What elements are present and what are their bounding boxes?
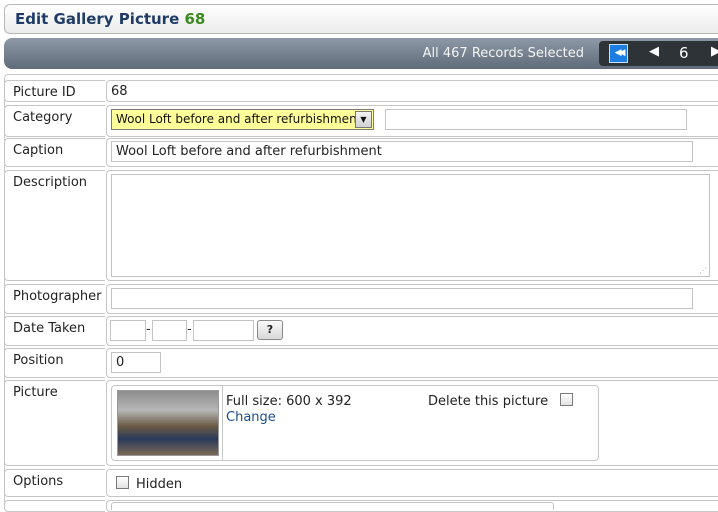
date-separator: - <box>187 322 192 337</box>
delete-picture-label: Delete this picture <box>428 394 549 409</box>
category-label: Category <box>4 105 105 137</box>
selection-status: All 467 Records Selected <box>422 46 584 61</box>
chevron-down-icon[interactable]: ▼ <box>355 111 372 128</box>
page-title-bar: Edit Gallery Picture 68 <box>4 4 718 34</box>
delete-picture-checkbox[interactable] <box>560 393 573 406</box>
options-label: Options <box>4 469 105 497</box>
previous-record-icon[interactable]: ◀ <box>649 44 659 59</box>
picture-label: Picture <box>4 380 105 466</box>
description-textarea[interactable]: ⋰ <box>111 174 710 277</box>
record-id: 68 <box>184 10 206 28</box>
position-cell <box>106 348 718 378</box>
current-page-number: 6 <box>679 44 689 62</box>
change-picture-link[interactable]: Change <box>226 410 276 425</box>
date-separator: - <box>146 322 151 337</box>
date-day-input[interactable] <box>110 320 146 341</box>
description-label: Description <box>4 170 105 281</box>
picture-divider <box>222 386 223 460</box>
category-select[interactable]: Wool Loft before and after refurbishment… <box>111 109 374 130</box>
position-label: Position <box>4 348 105 378</box>
photographer-input[interactable] <box>111 288 693 309</box>
position-input[interactable] <box>111 352 161 373</box>
picture-id-cell: 68 <box>106 80 718 102</box>
next-row-field[interactable] <box>111 502 554 510</box>
category-selected-value: Wool Loft before and after refurbishment <box>116 112 362 126</box>
page-title: Edit Gallery Picture <box>15 10 180 28</box>
caption-input[interactable] <box>111 141 693 162</box>
full-size-text: Full size: 600 x 392 <box>226 394 352 409</box>
hidden-checkbox[interactable] <box>116 476 129 489</box>
pager: ◀◀ ◀ 6 ▶ <box>599 41 718 66</box>
date-help-button[interactable]: ? <box>257 320 283 340</box>
options-cell <box>106 469 718 497</box>
picture-id-label: Picture ID <box>4 80 105 102</box>
date-year-input[interactable] <box>193 320 254 341</box>
picture-id-value: 68 <box>111 84 128 99</box>
caption-label: Caption <box>4 138 105 167</box>
first-record-icon[interactable]: ◀◀ <box>609 44 628 63</box>
date-taken-label: Date Taken <box>4 316 105 346</box>
picture-panel: Full size: 600 x 392 Change Delete this … <box>111 385 599 461</box>
photographer-label: Photographer <box>4 284 105 314</box>
category-extra-input[interactable] <box>385 109 687 130</box>
date-month-input[interactable] <box>152 320 187 341</box>
picture-thumbnail[interactable] <box>117 390 219 456</box>
next-row-label <box>4 500 105 512</box>
next-record-icon[interactable]: ▶ <box>711 44 718 59</box>
record-navigation-bar: All 467 Records Selected ◀◀ ◀ 6 ▶ <box>4 38 718 69</box>
resize-grip-icon[interactable]: ⋰ <box>699 266 707 275</box>
hidden-label: Hidden <box>136 477 183 492</box>
